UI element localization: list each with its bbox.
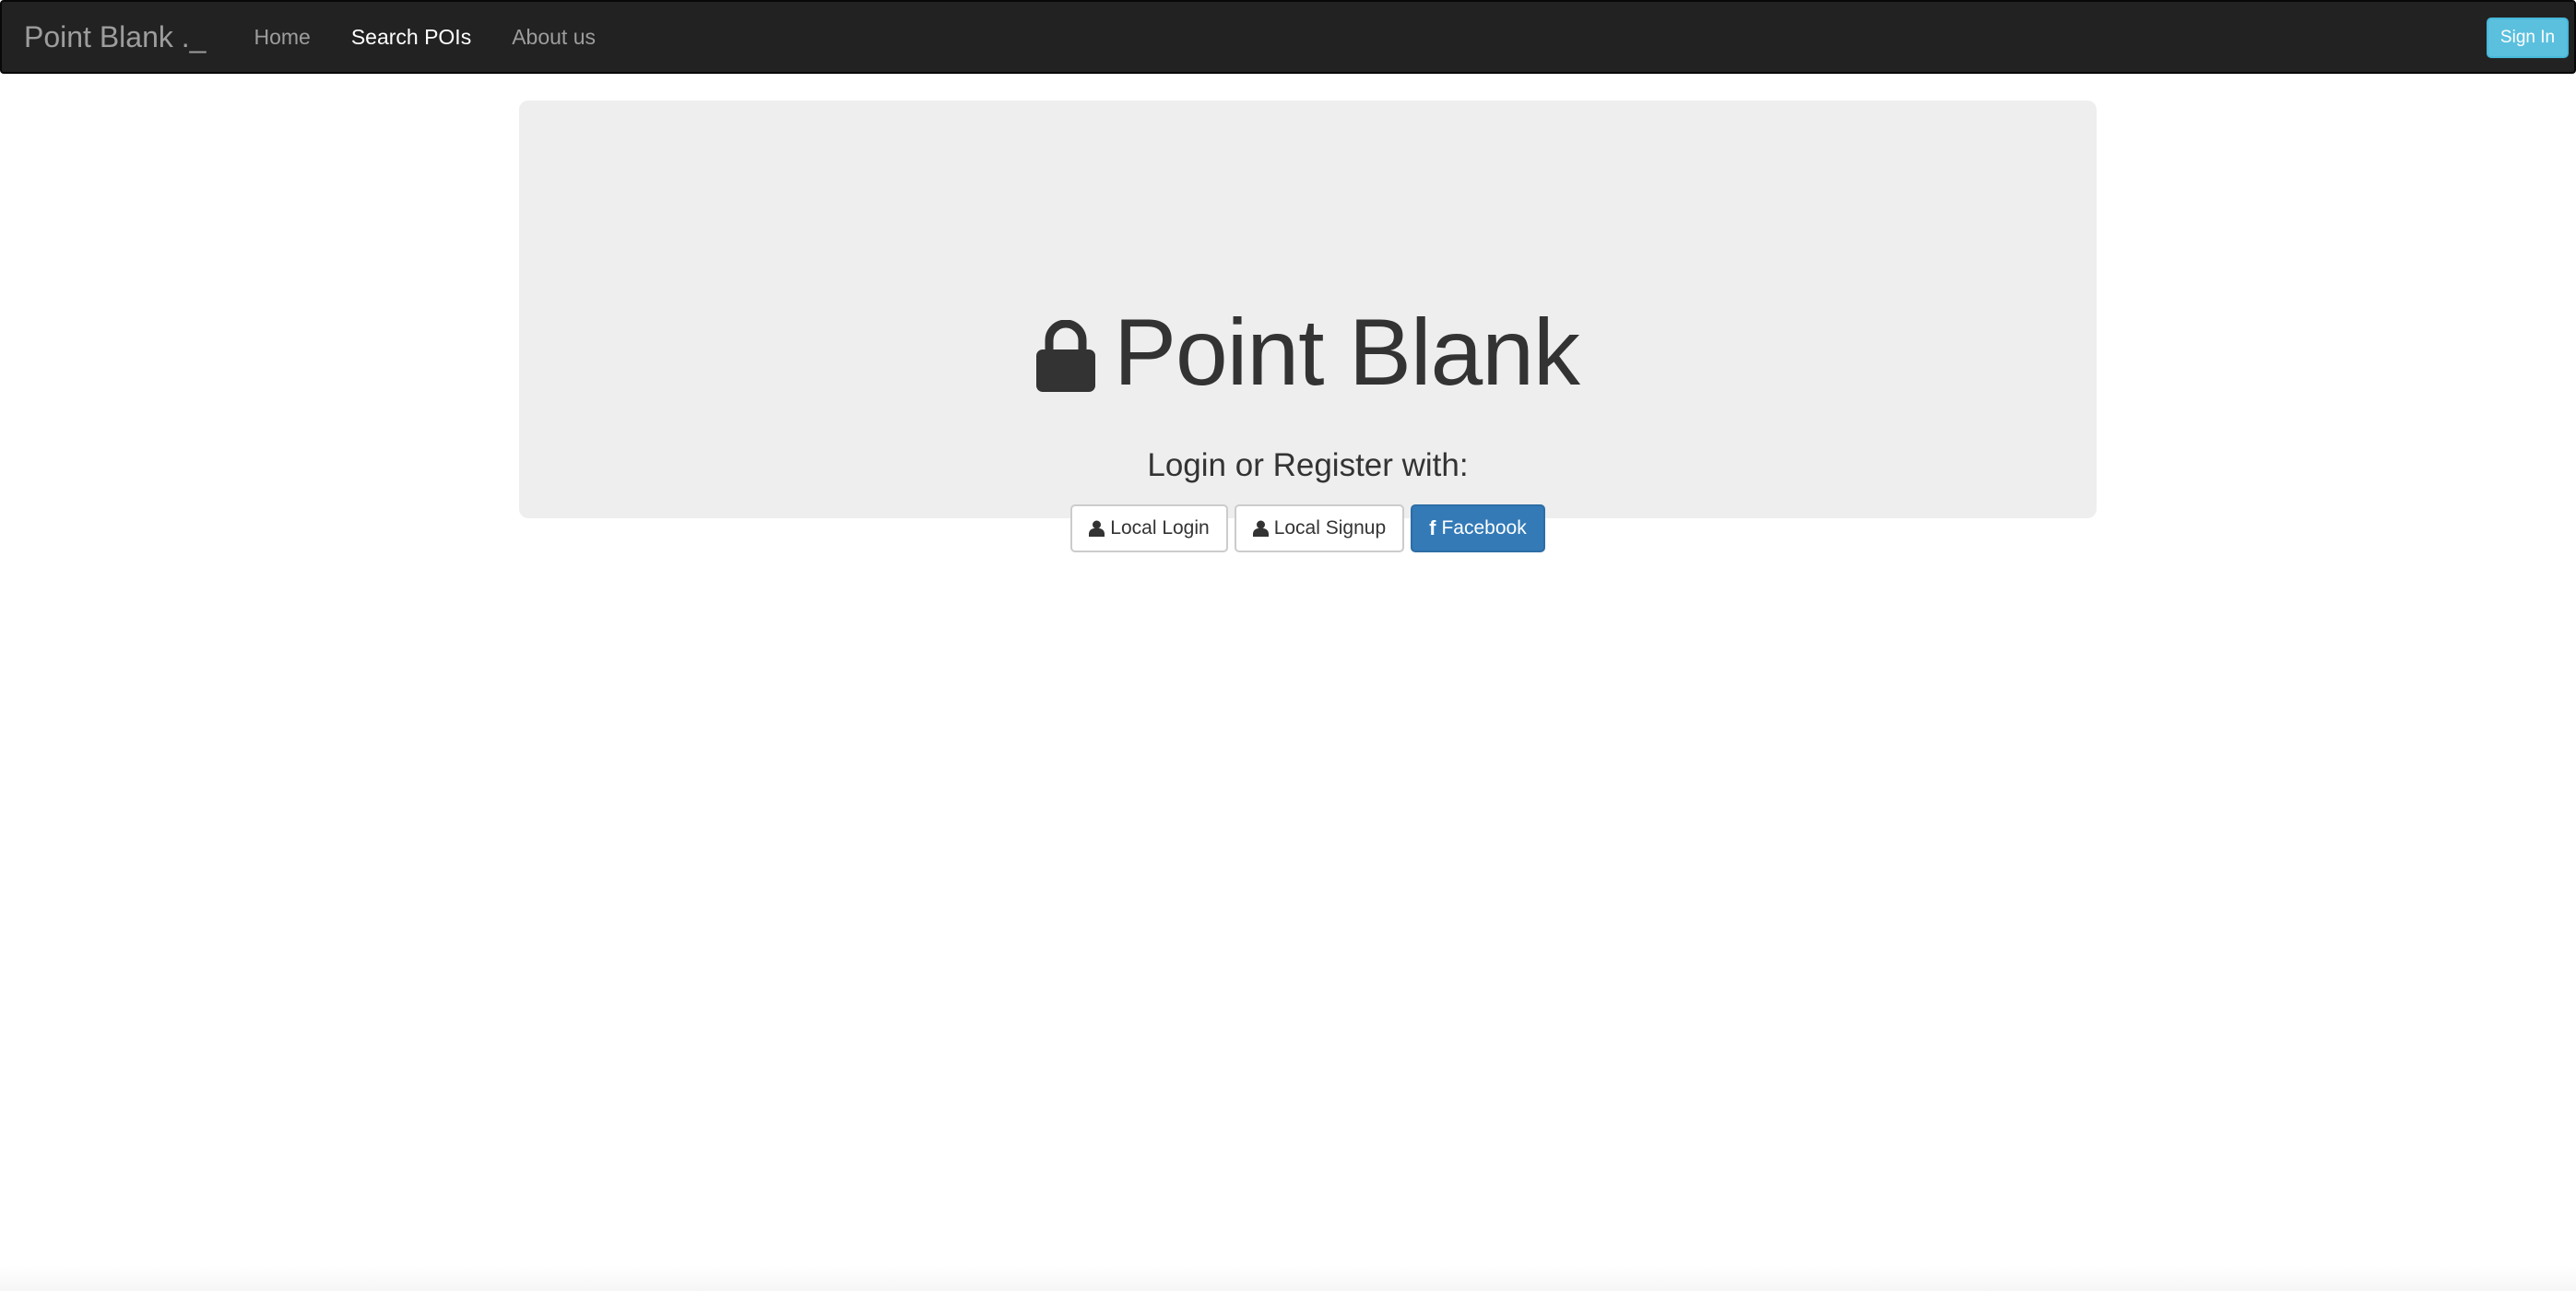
top-navbar: Point Blank ._ Home Search POIs About us… [0, 0, 2576, 74]
lock-icon [1036, 320, 1095, 392]
facebook-icon: f [1429, 516, 1436, 539]
page-title: Point Blank [519, 305, 2097, 399]
facebook-label: Facebook [1441, 517, 1527, 539]
bottom-shadow [0, 1265, 2576, 1291]
login-subtitle: Login or Register with: [1147, 447, 1469, 483]
nav-search-pois[interactable]: Search POIs [331, 25, 491, 50]
user-icon [1252, 520, 1269, 537]
brand-logo[interactable]: Point Blank ._ [2, 20, 233, 54]
nav-about-us[interactable]: About us [491, 25, 616, 50]
local-login-label: Local Login [1110, 517, 1210, 539]
login-jumbotron: Point Blank Login or Register with: Loca… [519, 101, 2097, 552]
title-text: Point Blank [1114, 300, 1580, 405]
local-signup-label: Local Signup [1273, 517, 1387, 539]
auth-button-group: Local Login Local Signup f Facebook [519, 504, 2097, 552]
facebook-login-button[interactable]: f Facebook [1411, 504, 1545, 552]
nav-home[interactable]: Home [233, 25, 330, 50]
local-signup-button[interactable]: Local Signup [1234, 504, 1405, 552]
sign-in-button[interactable]: Sign In [2487, 18, 2569, 58]
local-login-button[interactable]: Local Login [1070, 504, 1228, 552]
user-icon [1089, 520, 1105, 537]
